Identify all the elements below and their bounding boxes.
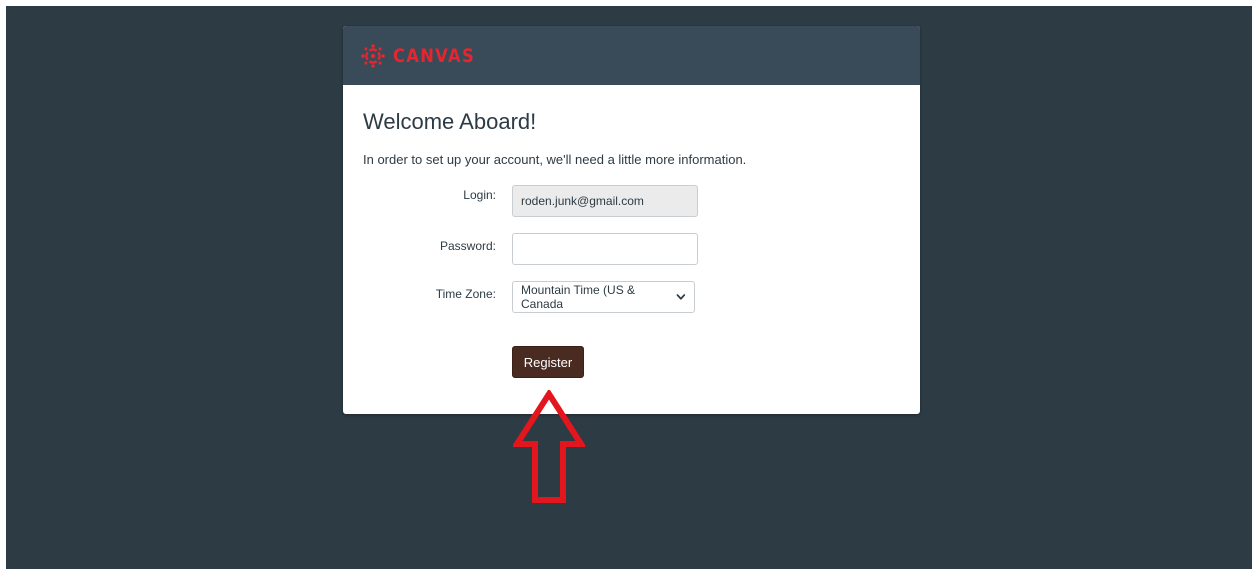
up-arrow-annotation-icon (513, 390, 585, 503)
timezone-selected-value: Mountain Time (US & Canada (521, 283, 636, 311)
login-field: roden.junk@gmail.com (512, 185, 698, 217)
card-header: CANVAS (343, 26, 920, 85)
brand-name: CANVAS (393, 45, 476, 67)
password-input[interactable] (512, 233, 698, 265)
brand: CANVAS (360, 42, 488, 70)
register-button[interactable]: Register (512, 346, 584, 378)
registration-card: CANVAS Welcome Aboard! In order to set u… (343, 26, 920, 414)
chevron-down-icon (676, 294, 686, 300)
intro-text: In order to set up your account, we'll n… (363, 152, 747, 167)
timezone-select[interactable]: Mountain Time (US & Canada (512, 281, 695, 313)
canvas-logo-icon (361, 44, 385, 68)
login-label: Login: (463, 188, 496, 202)
page-title: Welcome Aboard! (363, 109, 537, 134)
password-label: Password: (439, 239, 496, 253)
timezone-label: Time Zone: (435, 287, 496, 301)
